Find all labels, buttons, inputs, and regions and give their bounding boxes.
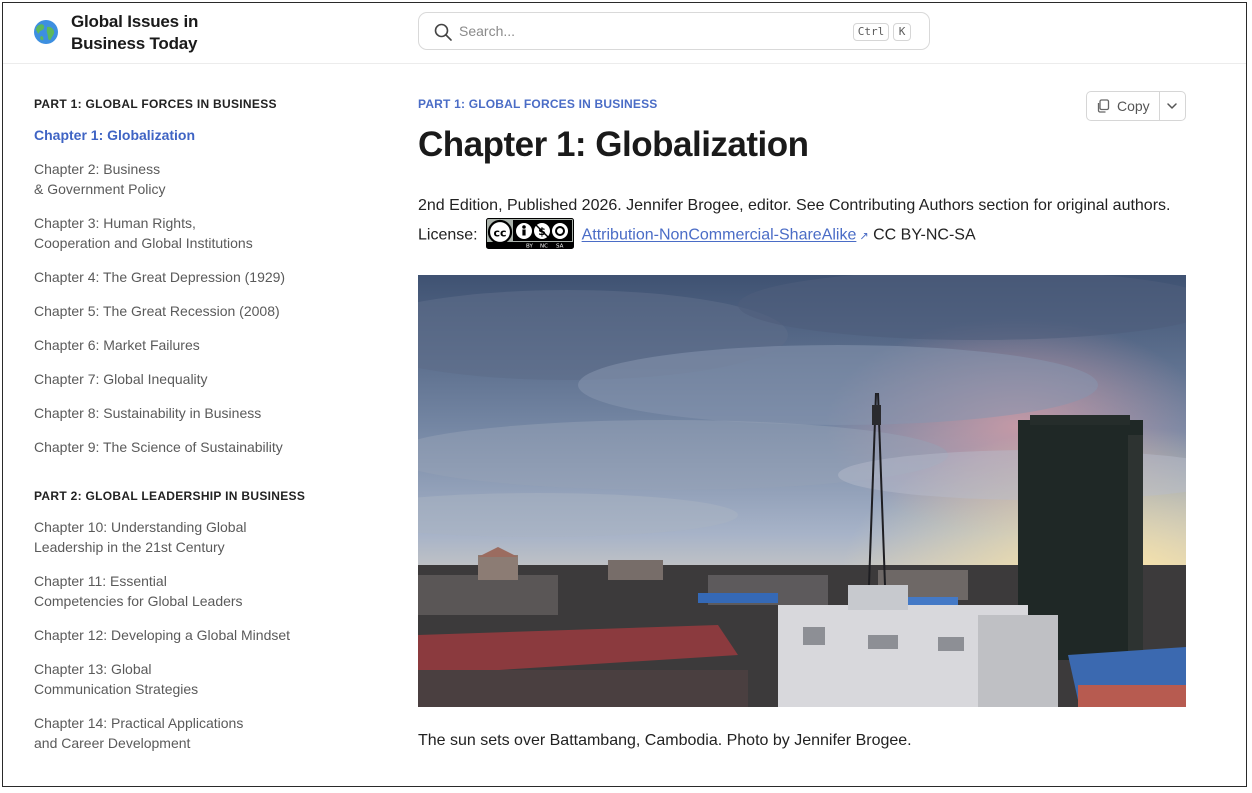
globe-icon[interactable] bbox=[33, 19, 59, 45]
site-title[interactable]: Global Issues in Business Today bbox=[71, 11, 271, 55]
main-content: PART 1: GLOBAL FORCES IN BUSINESS Copy C… bbox=[418, 91, 1186, 751]
edition-info: 2nd Edition, Published 2026. Jennifer Br… bbox=[418, 191, 1186, 252]
chapter-sidebar: PART 1: GLOBAL FORCES IN BUSINESS Chapte… bbox=[34, 95, 334, 753]
sidebar-item-chapter-10[interactable]: Chapter 10: Understanding Global Leadersh… bbox=[34, 517, 314, 557]
cc-by-nc-sa-badge-icon: cc $ BY NC SA bbox=[486, 218, 575, 250]
sidebar-item-chapter-7[interactable]: Chapter 7: Global Inequality bbox=[34, 369, 314, 389]
search-icon bbox=[434, 23, 452, 41]
license-code: CC BY-NC-SA bbox=[873, 226, 976, 244]
sidebar-item-chapter-1[interactable]: Chapter 1: Globalization bbox=[34, 125, 314, 145]
sidebar-item-chapter-6[interactable]: Chapter 6: Market Failures bbox=[34, 335, 314, 355]
sidebar-item-chapter-9[interactable]: Chapter 9: The Science of Sustainability bbox=[34, 437, 314, 457]
page-title: Chapter 1: Globalization bbox=[418, 125, 809, 164]
breadcrumb[interactable]: PART 1: GLOBAL FORCES IN BUSINESS bbox=[418, 95, 1186, 113]
sidebar-item-chapter-4[interactable]: Chapter 4: The Great Depression (1929) bbox=[34, 267, 314, 287]
copy-button[interactable]: Copy bbox=[1087, 92, 1160, 120]
sidebar-item-chapter-13[interactable]: Chapter 13: Global Communication Strategi… bbox=[34, 659, 314, 699]
shortcut-k-key: K bbox=[893, 23, 911, 41]
svg-text:cc: cc bbox=[494, 227, 507, 240]
svg-text:SA: SA bbox=[556, 244, 564, 250]
part-1-chapter-list: Chapter 1: Globalization Chapter 2: Busi… bbox=[34, 125, 334, 457]
part-2-chapter-list: Chapter 10: Understanding Global Leadersh… bbox=[34, 517, 334, 753]
sidebar-item-chapter-8[interactable]: Chapter 8: Sustainability in Business bbox=[34, 403, 314, 423]
part-heading-2: PART 2: GLOBAL LEADERSHIP IN BUSINESS bbox=[34, 489, 306, 503]
app-window: Global Issues in Business Today Search..… bbox=[2, 2, 1247, 787]
sidebar-item-chapter-2[interactable]: Chapter 2: Business & Government Policy bbox=[34, 159, 314, 199]
sidebar-item-chapter-12[interactable]: Chapter 12: Developing a Global Mindset bbox=[34, 625, 314, 645]
copy-options-dropdown[interactable] bbox=[1160, 92, 1185, 120]
external-link-icon: ↗ bbox=[856, 230, 869, 243]
part-heading-1: PART 1: GLOBAL FORCES IN BUSINESS bbox=[34, 97, 277, 111]
search-input[interactable]: Search... bbox=[459, 23, 515, 39]
copy-button-group: Copy bbox=[1086, 91, 1186, 121]
battambang-sunset-photo bbox=[418, 274, 1186, 707]
shortcut-ctrl-key: Ctrl bbox=[853, 23, 889, 41]
photo-caption: The sun sets over Battambang, Cambodia. … bbox=[418, 731, 912, 749]
copy-label: Copy bbox=[1117, 98, 1150, 114]
license-link[interactable]: Attribution-NonCommercial-ShareAlike bbox=[582, 227, 857, 244]
sidebar-item-chapter-11[interactable]: Chapter 11: Essential Competencies for Gl… bbox=[34, 571, 314, 611]
chevron-down-icon bbox=[1167, 103, 1177, 109]
svg-text:NC: NC bbox=[540, 244, 548, 250]
copy-icon bbox=[1097, 99, 1110, 113]
sidebar-item-chapter-3[interactable]: Chapter 3: Human Rights, Cooperation and … bbox=[34, 213, 314, 253]
svg-text:BY: BY bbox=[526, 244, 533, 250]
sidebar-item-chapter-5[interactable]: Chapter 5: The Great Recession (2008) bbox=[34, 301, 314, 321]
sidebar-item-chapter-14[interactable]: Chapter 14: Practical Applications and Ca… bbox=[34, 713, 314, 753]
top-header: Global Issues in Business Today Search..… bbox=[3, 3, 1246, 64]
search-box[interactable]: Search... Ctrl K bbox=[418, 12, 930, 50]
